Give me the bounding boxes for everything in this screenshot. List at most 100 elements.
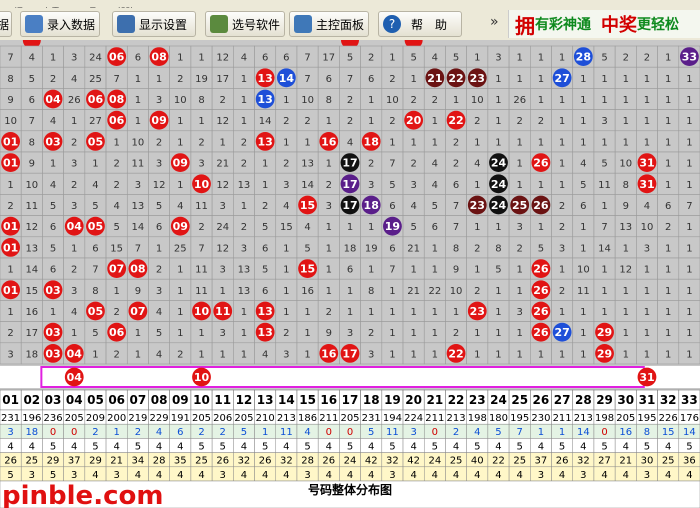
stat-value: 26 xyxy=(4,456,17,467)
stat-value: 32 xyxy=(386,456,399,467)
stat-value: 25 xyxy=(662,456,675,467)
omission-value: 13 xyxy=(25,243,38,254)
omission-value: 5 xyxy=(304,243,310,254)
omission-value: 1 xyxy=(432,265,438,276)
omission-value: 1 xyxy=(156,243,162,254)
stat-value: 4 xyxy=(368,470,374,481)
column-number: 22 xyxy=(448,393,465,407)
stat-value: 25 xyxy=(25,456,38,467)
stat-value: 36 xyxy=(683,456,696,467)
ball-number: 20 xyxy=(406,114,422,127)
input-data-button[interactable]: 录入数据 xyxy=(20,11,100,37)
omission-value: 1 xyxy=(177,53,183,64)
display-settings-button[interactable]: 显示设置 xyxy=(112,11,196,37)
stat-value: 1 xyxy=(113,427,119,438)
omission-value: 1 xyxy=(7,180,13,191)
omission-value: 3 xyxy=(601,116,607,127)
omission-value: 2 xyxy=(113,180,119,191)
display-settings-label: 显示设置 xyxy=(139,17,188,32)
stat-value: 3 xyxy=(580,470,586,481)
stat-value: 0 xyxy=(347,427,353,438)
omission-value: 10 xyxy=(174,95,187,106)
input-data-label: 录入数据 xyxy=(47,17,96,32)
omission-value: 1 xyxy=(283,95,289,106)
toolbar-overflow-icon[interactable]: » xyxy=(490,14,499,30)
omission-value: 1 xyxy=(665,159,671,170)
banner-text: 有彩神通 xyxy=(535,17,591,33)
omission-value: 1 xyxy=(368,95,374,106)
omission-value: 6 xyxy=(50,265,56,276)
ball-number: 22 xyxy=(448,114,463,127)
omission-value: 2 xyxy=(389,74,395,85)
select-software-button[interactable]: 选号软件 xyxy=(205,11,285,37)
omission-value: 1 xyxy=(368,265,374,276)
stat-value: 11 xyxy=(280,427,293,438)
control-panel-button[interactable]: 主控面板 xyxy=(289,11,369,37)
omission-value: 4 xyxy=(580,159,586,170)
stat-value: 213 xyxy=(574,413,593,424)
omission-value: 1 xyxy=(686,307,692,318)
omission-value: 1 xyxy=(623,328,629,339)
omission-value: 2 xyxy=(517,116,523,127)
stat-value: 25 xyxy=(450,456,463,467)
omission-value: 2 xyxy=(665,222,671,233)
stat-value: 5 xyxy=(389,441,395,452)
omission-value: 1 xyxy=(623,307,629,318)
omission-value: 1 xyxy=(262,159,268,170)
selected-ball-number: 31 xyxy=(639,371,654,384)
omission-value: 25 xyxy=(174,243,187,254)
stat-value: 1 xyxy=(538,427,544,438)
help-icon: ? xyxy=(383,15,401,33)
omission-value: 1 xyxy=(410,307,416,318)
ball-number: 24 xyxy=(491,178,507,191)
promo-banner[interactable]: 拥 有彩神通 中奖 更轻松 xyxy=(508,10,700,38)
stat-value: 4 xyxy=(7,441,13,452)
omission-value: 1 xyxy=(410,137,416,148)
stat-value: 3 xyxy=(389,470,395,481)
ball-number: 10 xyxy=(194,178,210,191)
omission-value: 1 xyxy=(177,265,183,276)
omission-value: 1 xyxy=(559,53,565,64)
omission-value: 1 xyxy=(453,95,459,106)
omission-value: 2 xyxy=(241,222,247,233)
column-number: 13 xyxy=(257,393,274,407)
stat-value: 4 xyxy=(156,470,162,481)
omission-value: 1 xyxy=(474,137,480,148)
omission-value: 1 xyxy=(453,307,459,318)
omission-value: 1 xyxy=(304,328,310,339)
omission-value: 21 xyxy=(216,159,229,170)
omission-value: 7 xyxy=(29,116,35,127)
omission-value: 6 xyxy=(432,222,438,233)
omission-value: 1 xyxy=(241,328,247,339)
ball-number: 22 xyxy=(448,72,463,85)
omission-value: 1 xyxy=(517,180,523,191)
omission-value: 1 xyxy=(241,95,247,106)
omission-value: 1 xyxy=(665,265,671,276)
stat-value: 26 xyxy=(322,456,335,467)
stat-value: 5 xyxy=(241,427,247,438)
ball-number: 26 xyxy=(533,284,549,297)
omission-value: 13 xyxy=(238,265,251,276)
omission-value: 1 xyxy=(686,265,692,276)
omission-value: 1 xyxy=(517,74,523,85)
stat-value: 231 xyxy=(362,413,381,424)
toolbar-button-cut[interactable]: 据 xyxy=(0,11,12,37)
omission-value: 1 xyxy=(580,222,586,233)
ball-number: 03 xyxy=(45,135,60,148)
omission-value: 1 xyxy=(495,349,501,360)
omission-value: 1 xyxy=(665,349,671,360)
stat-value: 4 xyxy=(283,441,289,452)
omission-value: 9 xyxy=(7,95,13,106)
stat-value: 5 xyxy=(517,441,523,452)
column-number: 06 xyxy=(108,393,125,407)
omission-value: 1 xyxy=(135,95,141,106)
stat-value: 4 xyxy=(410,470,416,481)
help-button[interactable]: ? 帮 助 xyxy=(378,11,462,37)
column-number: 26 xyxy=(533,393,550,407)
omission-value: 6 xyxy=(347,265,353,276)
omission-value: 2 xyxy=(7,328,13,339)
omission-value: 6 xyxy=(283,53,289,64)
stat-value: 14 xyxy=(577,427,590,438)
column-number: 07 xyxy=(130,393,147,407)
omission-value: 1 xyxy=(389,328,395,339)
